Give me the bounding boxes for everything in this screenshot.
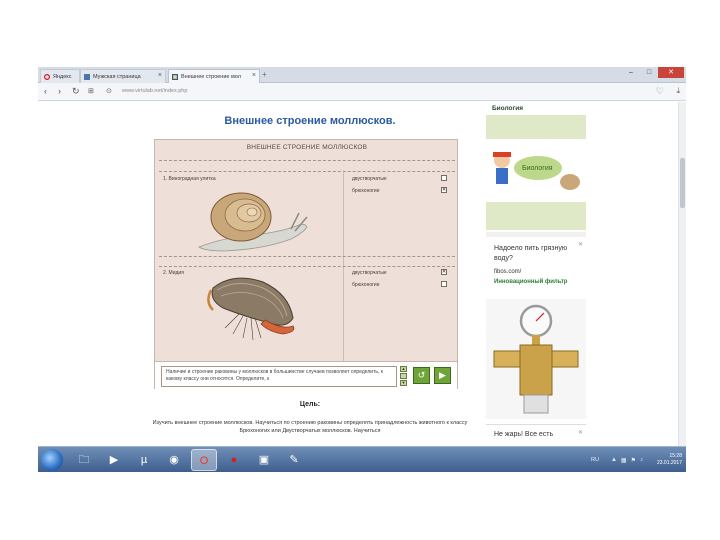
option-bivalve: двустворчатые	[352, 270, 387, 276]
snail-image	[198, 192, 308, 252]
volume-icon[interactable]: ♪	[640, 457, 643, 463]
clock[interactable]: 15:28 23.01.2017	[657, 453, 682, 467]
play-icon: ▶	[439, 370, 446, 380]
reset-icon: ↺	[417, 370, 426, 380]
simulation-panel: ВНЕШНЕЕ СТРОЕНИЕ МОЛЛЮСКОВ 1. Виноградна…	[154, 139, 458, 389]
desktop-screen: Яндекс Мужская страница × Внешнее строен…	[38, 67, 686, 472]
divider	[159, 171, 455, 172]
media-player-icon[interactable]: ▶	[101, 449, 127, 471]
scroll-down-icon[interactable]: ▼	[400, 380, 407, 386]
simulation-title: ВНЕШНЕЕ СТРОЕНИЕ МОЛЛЮСКОВ	[246, 144, 368, 151]
reload-icon[interactable]: ↻	[72, 86, 80, 97]
option-gastropod: брюхоногие	[352, 282, 380, 288]
row-label-mussel: 2. Мидия	[163, 270, 184, 276]
row-label-snail: 1. Виноградная улитка	[163, 176, 216, 182]
paint-icon[interactable]: ✎	[281, 449, 307, 471]
ad-title: Не жарь! Все есть	[494, 431, 554, 438]
page-scrollbar[interactable]	[678, 102, 686, 454]
close-window-button[interactable]: ✕	[658, 67, 684, 78]
ad-subtitle[interactable]: Инновационный фильтр	[494, 278, 582, 286]
tab-mollusks[interactable]: Внешнее строение мол ×	[168, 69, 260, 83]
tab-bar: Яндекс Мужская страница × Внешнее строен…	[38, 67, 686, 83]
checkbox-snail-gastropod[interactable]: ✕	[441, 187, 447, 193]
taskbar: 🗀 ▶ µ ◉ O ● ▣ ✎ RU ▲ ▦ ⚑ ♪ 15:28 23.01.2…	[38, 446, 686, 472]
scroll-up-icon[interactable]: ▲	[400, 366, 407, 372]
close-tab-icon[interactable]: ×	[158, 72, 162, 79]
network-icon[interactable]: ▦	[621, 457, 627, 464]
info-text-box: Наличие и строение раковины у моллюсков …	[161, 366, 397, 387]
download-icon[interactable]: ⤓	[676, 86, 680, 96]
app-red-icon[interactable]: ●	[221, 449, 247, 471]
goal-text: Изучить внешнее строение моллюсков. Науч…	[152, 420, 468, 434]
explorer-icon[interactable]: 🗀	[71, 449, 97, 471]
filter-image	[486, 299, 586, 419]
window-controls: ‒ □ ✕	[622, 67, 684, 78]
goal-heading: Цель:	[299, 401, 321, 408]
ad-site[interactable]: fibos.com/	[494, 269, 521, 275]
ad-biology[interactable]: Биология Биология	[486, 102, 586, 232]
utorrent-icon[interactable]: µ	[131, 449, 157, 471]
address-bar: ‹ › ↻ ⊞ ⊙ www.virtulab.net/index.php ♡ ⤓	[38, 83, 686, 101]
page-title: Внешнее строение моллюсков.	[224, 115, 396, 127]
security-icon: ⊙	[106, 88, 112, 95]
tab-male-page[interactable]: Мужская страница ×	[80, 69, 166, 83]
minimize-button[interactable]: ‒	[622, 67, 640, 78]
ad-water-filter[interactable]: ✕ Надоело пить грязную воду? fibos.com/ …	[486, 237, 586, 437]
speed-dial-icon[interactable]: ⊞	[88, 87, 94, 95]
ads-column: Биология Биология ✕ Надоело пить грязную…	[486, 102, 586, 454]
close-tab-icon[interactable]: ×	[252, 72, 256, 79]
forward-icon[interactable]: ›	[58, 86, 61, 96]
page-icon	[172, 73, 178, 80]
tab-label: Внешнее строение мол	[181, 73, 241, 80]
simulation-controls: Наличие и строение раковины у моллюсков …	[155, 361, 457, 389]
close-ad-icon[interactable]: ✕	[578, 429, 583, 436]
divider	[343, 170, 344, 370]
url-field[interactable]: www.virtulab.net/index.php	[122, 88, 187, 94]
divider	[159, 256, 455, 257]
ad-title: Надоело пить грязную воду?	[494, 245, 568, 262]
tab-yandex[interactable]: Яндекс	[40, 69, 80, 83]
ad-title: Биология	[492, 105, 523, 112]
divider	[159, 160, 455, 161]
opera-taskbar-icon[interactable]: O	[191, 449, 217, 471]
scroll-thumb[interactable]	[680, 158, 685, 208]
clock-date: 23.01.2017	[656, 460, 682, 466]
clock-time: 15:28	[669, 453, 682, 459]
bookmark-heart-icon[interactable]: ♡	[656, 86, 664, 97]
info-scroll[interactable]: ▲ ▼	[400, 366, 407, 387]
ad-band	[486, 115, 586, 139]
scroll-thumb[interactable]	[400, 373, 407, 379]
ad-band	[486, 202, 586, 230]
checkbox-mussel-bivalve[interactable]: ✕	[441, 269, 447, 275]
reset-button[interactable]: ↺	[413, 367, 430, 384]
vk-icon	[84, 73, 90, 80]
checkbox-snail-bivalve[interactable]	[441, 175, 447, 181]
start-button[interactable]	[41, 449, 63, 471]
play-button[interactable]: ▶	[434, 367, 451, 384]
web-page: Внешнее строение моллюсков. ВНЕШНЕЕ СТРО…	[38, 102, 686, 454]
option-gastropod: брюхоногие	[352, 188, 380, 194]
option-bivalve: двустворчатые	[352, 176, 387, 182]
ad-illustration: Биология	[488, 142, 584, 200]
tray-arrow-icon[interactable]: ▲	[611, 457, 617, 463]
mussel-image	[207, 277, 295, 341]
opera-icon	[44, 73, 50, 80]
checkbox-mussel-gastropod[interactable]	[441, 281, 447, 287]
main-content: Внешнее строение моллюсков. ВНЕШНЕЕ СТРО…	[134, 102, 486, 454]
system-tray: RU ▲ ▦ ⚑ ♪ 15:28 23.01.2017	[591, 450, 682, 470]
flag-icon[interactable]: ⚑	[631, 457, 636, 464]
chrome-icon[interactable]: ◉	[161, 449, 187, 471]
new-tab-icon[interactable]: +	[262, 70, 267, 79]
language-indicator[interactable]: RU	[591, 457, 599, 463]
svg-text:Биология: Биология	[522, 165, 553, 172]
back-icon[interactable]: ‹	[44, 86, 47, 96]
maximize-button[interactable]: □	[640, 67, 658, 78]
tab-label: Мужская страница	[93, 73, 141, 80]
info-text: Наличие и строение раковины у моллюсков …	[166, 369, 383, 382]
photo-viewer-icon[interactable]: ▣	[251, 449, 277, 471]
tab-label: Яндекс	[53, 73, 72, 80]
divider	[159, 266, 455, 267]
